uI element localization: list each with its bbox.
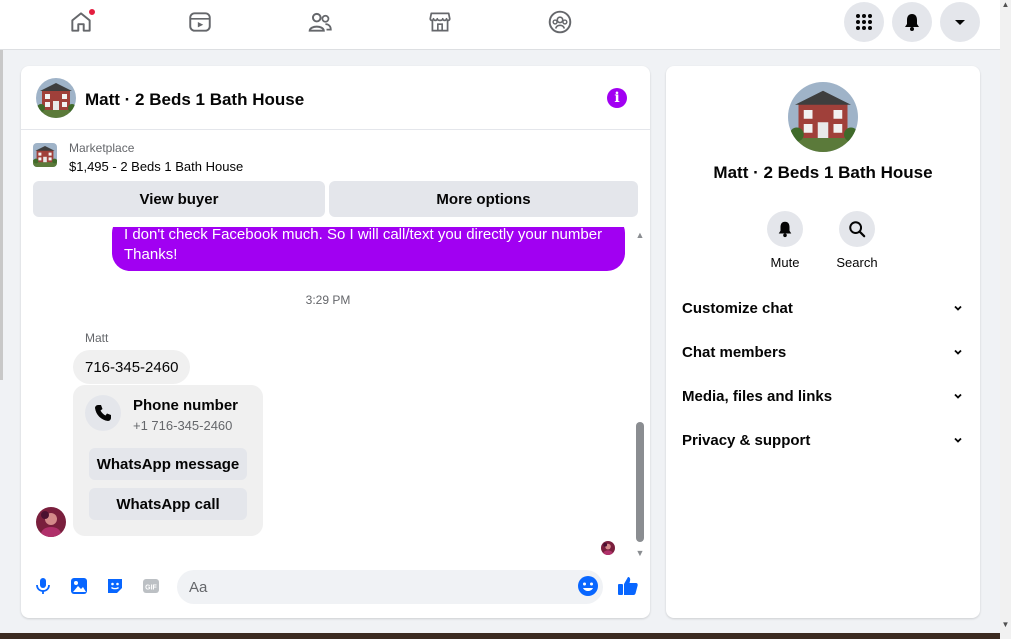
home-nav-button[interactable] xyxy=(63,8,99,36)
microphone-button[interactable] xyxy=(31,574,55,598)
menu-button[interactable] xyxy=(844,2,884,42)
whatsapp-call-button[interactable]: WhatsApp call xyxy=(89,488,247,520)
chat-info-panel: Matt · 2 Beds 1 Bath House Mute Search C… xyxy=(666,66,980,618)
marketplace-nav-button[interactable] xyxy=(422,8,458,36)
chat-header: Matt · 2 Beds 1 Bath House i xyxy=(21,66,650,130)
listing-thumbnail[interactable] xyxy=(33,143,57,167)
gif-icon: GIF xyxy=(143,579,159,593)
chevron-down-icon xyxy=(954,393,962,399)
phone-number-card: Phone number +1 716-345-2460 WhatsApp me… xyxy=(73,385,263,536)
outgoing-message-line: I don't check Facebook much. So I will c… xyxy=(124,227,603,243)
photo-button[interactable] xyxy=(67,574,91,598)
search-label: Search xyxy=(836,255,878,270)
photo-icon xyxy=(71,578,87,594)
thumbs-up-icon xyxy=(618,577,638,595)
notifications-button[interactable] xyxy=(892,2,932,42)
chevron-down-icon xyxy=(954,349,962,355)
message-composer: GIF Aa xyxy=(21,561,650,618)
message-timestamp: 3:29 PM xyxy=(305,293,351,307)
search-button[interactable]: Search xyxy=(827,211,887,270)
account-button[interactable] xyxy=(940,2,980,42)
window-scroll-up[interactable]: ▲ xyxy=(1001,0,1010,9)
media-files-links-section[interactable]: Media, files and links xyxy=(682,374,964,418)
section-label: Chat members xyxy=(682,343,787,361)
message-thread: I don't check Facebook much. So I will c… xyxy=(21,227,650,561)
window-scroll-down[interactable]: ▼ xyxy=(1001,620,1010,629)
chevron-down-icon xyxy=(954,437,962,443)
section-label: Customize chat xyxy=(682,299,793,317)
more-options-button[interactable]: More options xyxy=(329,181,638,217)
marketplace-label: Marketplace xyxy=(69,141,135,155)
privacy-support-section[interactable]: Privacy & support xyxy=(682,418,964,462)
info-icon[interactable]: i xyxy=(607,88,627,108)
bell-icon xyxy=(778,221,792,238)
bell-icon xyxy=(905,14,919,31)
section-label: Privacy & support xyxy=(682,431,811,449)
video-nav-button[interactable] xyxy=(182,8,218,36)
chat-window: Matt · 2 Beds 1 Bath House i Marketplace… xyxy=(21,66,650,618)
taskbar-edge xyxy=(0,633,1000,639)
section-label: Media, files and links xyxy=(682,387,833,405)
sender-name: Matt xyxy=(85,331,109,345)
scroll-down-arrow[interactable]: ▼ xyxy=(635,549,645,558)
notification-dot xyxy=(88,8,96,16)
scrollbar-thumb[interactable] xyxy=(636,422,644,542)
chat-members-section[interactable]: Chat members xyxy=(682,330,964,374)
profile-name: Matt · 2 Beds 1 Bath House xyxy=(713,163,933,182)
video-icon xyxy=(189,12,211,32)
seen-indicator-avatar xyxy=(601,541,615,555)
marketplace-icon xyxy=(429,12,451,32)
top-navigation xyxy=(0,0,1000,50)
emoji-icon xyxy=(578,576,598,596)
scroll-up-arrow[interactable]: ▲ xyxy=(635,231,645,240)
mute-button[interactable]: Mute xyxy=(755,211,815,270)
gif-button[interactable]: GIF xyxy=(139,574,163,598)
whatsapp-message-button[interactable]: WhatsApp message xyxy=(89,448,247,480)
menu-grid-icon xyxy=(856,14,872,30)
mute-label: Mute xyxy=(770,255,800,270)
left-edge xyxy=(0,50,3,380)
incoming-message[interactable]: 716-345-2460 xyxy=(73,350,191,384)
sticker-button[interactable] xyxy=(103,574,127,598)
chat-title[interactable]: Matt · 2 Beds 1 Bath House xyxy=(85,90,304,110)
message-input[interactable]: Aa xyxy=(177,570,603,604)
chevron-down-icon xyxy=(954,305,962,311)
customize-chat-section[interactable]: Customize chat xyxy=(682,286,964,330)
message-input-placeholder: Aa xyxy=(189,579,208,596)
outgoing-message-line: Thanks! xyxy=(124,246,178,263)
search-icon xyxy=(849,221,866,238)
outgoing-message[interactable]: I don't check Facebook much. So I will c… xyxy=(112,227,625,271)
account-caret-icon xyxy=(955,20,965,25)
emoji-button[interactable] xyxy=(576,574,600,598)
sender-avatar[interactable] xyxy=(36,507,66,537)
like-button[interactable] xyxy=(616,574,640,598)
microphone-icon xyxy=(36,578,50,594)
groups-icon xyxy=(548,10,572,34)
window-scrollbar[interactable] xyxy=(1000,0,1011,639)
view-buyer-button[interactable]: View buyer xyxy=(33,181,325,217)
svg-text:GIF: GIF xyxy=(145,585,157,592)
listing-title[interactable]: $1,495 - 2 Beds 1 Bath House xyxy=(69,159,243,174)
phone-card-title: Phone number xyxy=(133,397,239,414)
friends-nav-button[interactable] xyxy=(302,8,338,36)
phone-card-number: +1 716-345-2460 xyxy=(133,418,233,433)
phone-icon xyxy=(85,395,121,431)
listing-avatar[interactable] xyxy=(36,78,76,118)
sticker-icon xyxy=(108,579,122,593)
groups-nav-button[interactable] xyxy=(542,8,578,36)
friends-icon xyxy=(308,12,332,32)
profile-avatar[interactable] xyxy=(788,82,858,152)
